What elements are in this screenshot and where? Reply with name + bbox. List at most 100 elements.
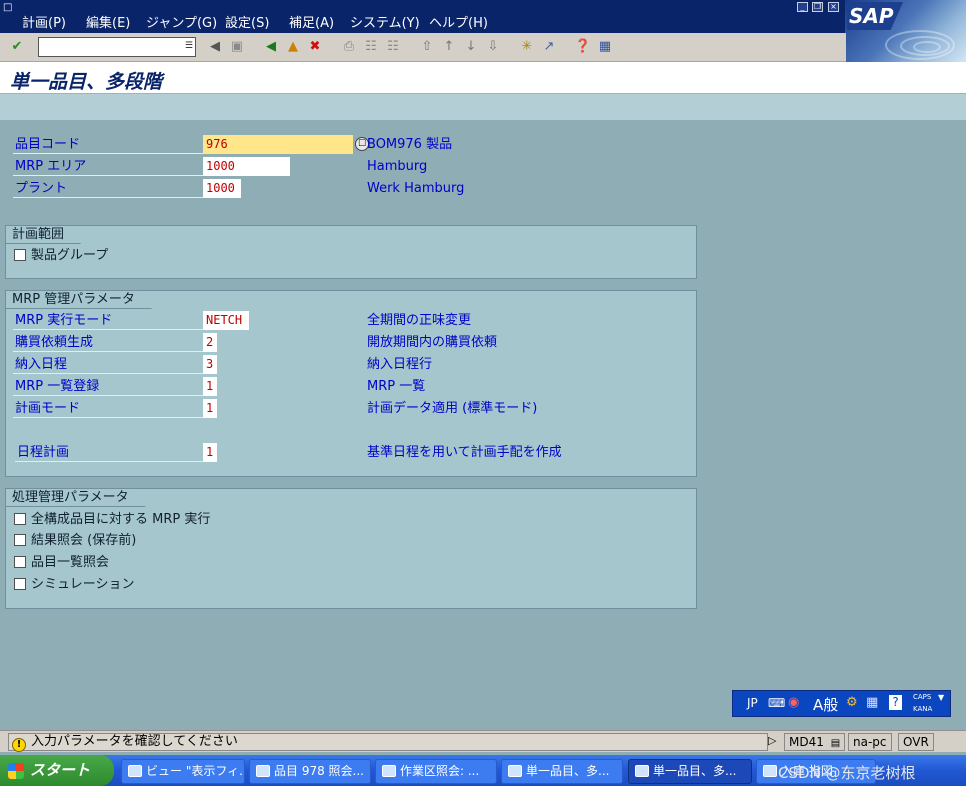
back-icon[interactable]: ◀ xyxy=(262,38,280,56)
print-icon[interactable]: ⎙ xyxy=(340,38,358,56)
taskbar-item[interactable]: 単一品目、多... xyxy=(501,759,623,784)
command-history-icon[interactable]: ☰ xyxy=(185,41,193,51)
system-menu-icon[interactable]: □ xyxy=(3,2,12,13)
status-message-box[interactable]: ! 入力パラメータを確認してください xyxy=(8,733,768,752)
save-icon[interactable]: ▣ xyxy=(228,38,246,56)
material-label: 品目コード xyxy=(13,135,203,154)
kana-indicator: KANA xyxy=(913,705,933,713)
ime-help-icon[interactable]: ? xyxy=(889,695,902,710)
processing-key-input[interactable]: NETCH xyxy=(203,311,249,330)
display-results-checkbox[interactable]: 結果照会 (保存前) xyxy=(14,531,136,550)
checkbox-box[interactable] xyxy=(14,556,26,568)
close-window-icon[interactable]: × xyxy=(828,2,839,12)
scheduling-input[interactable]: 1 xyxy=(203,443,217,462)
plant-description: Werk Hamburg xyxy=(367,181,465,196)
keyboard-icon[interactable]: ⌨ xyxy=(768,696,785,710)
plant-input[interactable]: 1000 xyxy=(203,179,241,198)
ime-options-icon[interactable]: ▼ xyxy=(938,693,944,702)
new-session-icon[interactable]: ✳ xyxy=(518,38,536,56)
restore-icon[interactable]: ❐ xyxy=(812,2,823,12)
processing-key-description: 全期間の正味変更 xyxy=(367,313,472,328)
host-name: na-pc xyxy=(848,733,892,751)
last-page-icon[interactable]: ⇩ xyxy=(484,38,502,56)
sap-window-icon xyxy=(382,765,396,777)
sap-logo-text: SAP xyxy=(847,2,903,30)
taskbar-item[interactable]: 品目 978 照会... xyxy=(249,759,371,784)
taskbar-item[interactable]: 作業区照会: ... xyxy=(375,759,497,784)
application-toolbar xyxy=(0,94,966,120)
planning-mode-label: 計画モード xyxy=(13,399,203,418)
process-control-group: 処理管理パラメータ 全構成品目に対する MRP 実行 結果照会 (保存前) 品目… xyxy=(5,488,697,609)
all-components-label: 全構成品目に対する MRP 実行 xyxy=(31,512,211,527)
transaction-code-text: MD41 xyxy=(789,735,824,749)
ime-tool-icon[interactable]: ⚙ xyxy=(846,695,858,710)
planning-scope-group: 計画範囲 製品グループ xyxy=(5,225,697,279)
system-info-icon[interactable]: ▤ xyxy=(831,738,840,749)
help-icon[interactable]: ❓ xyxy=(574,38,592,56)
exit-icon[interactable]: ▲ xyxy=(284,38,302,56)
taskbar-item[interactable]: ビュー "表示フィ... xyxy=(121,759,245,784)
watermark: CSDN @东京老树根 xyxy=(778,764,916,782)
layout-menu-icon[interactable]: ▦ xyxy=(596,38,614,56)
find-next-icon[interactable]: ☷ xyxy=(384,38,402,56)
checkbox-box[interactable] xyxy=(14,513,26,525)
shortcut-icon[interactable]: ↗ xyxy=(540,38,558,56)
enter-check-icon[interactable]: ✔ xyxy=(8,38,26,56)
command-field[interactable]: ☰ xyxy=(38,37,196,57)
next-page-icon[interactable]: ↓ xyxy=(462,38,480,56)
product-group-checkbox[interactable]: 製品グループ xyxy=(14,246,108,265)
menu-system[interactable]: システム(Y) xyxy=(350,12,420,31)
all-components-checkbox[interactable]: 全構成品目に対する MRP 実行 xyxy=(14,510,210,529)
planning-mode-input[interactable]: 1 xyxy=(203,399,217,418)
ime-pad-icon[interactable]: ◉ xyxy=(788,695,799,710)
sap-window-icon xyxy=(128,765,142,777)
create-purreq-description: 開放期間内の購買依頼 xyxy=(367,335,498,350)
taskbar-item-label: 作業区照会: ... xyxy=(400,764,480,778)
ime-language-bar: JP ⌨ ◉ A般 ⚙ ▦ ? CAPS KANA ▼ xyxy=(732,690,951,717)
sap-window-icon xyxy=(763,765,777,777)
status-expand-icon[interactable]: ▷ xyxy=(768,734,776,747)
simulation-checkbox[interactable]: シミュレーション xyxy=(14,575,134,594)
previous-page-icon[interactable]: ↑ xyxy=(440,38,458,56)
windows-logo-icon xyxy=(8,763,24,779)
taskbar-item-label: ビュー "表示フィ... xyxy=(146,764,245,778)
menu-edit[interactable]: 編集(E) xyxy=(86,12,130,31)
sap-window-icon xyxy=(508,765,522,777)
cancel-icon[interactable]: ✖ xyxy=(306,38,324,56)
menu-bar: □ 計画(P) 編集(E) ジャンプ(G) 設定(S) 補足(A) システム(Y… xyxy=(0,0,966,33)
checkbox-box[interactable] xyxy=(14,249,26,261)
start-label: スタート xyxy=(30,761,91,779)
checkbox-box[interactable] xyxy=(14,578,26,590)
mrp-list-description: MRP 一覧 xyxy=(367,379,426,394)
planning-mode-description: 計画データ適用 (標準モード) xyxy=(367,401,538,416)
material-input[interactable]: 976 xyxy=(203,135,353,154)
find-icon[interactable]: ☷ xyxy=(362,38,380,56)
processing-key-label: MRP 実行モード xyxy=(13,311,203,330)
plant-label: プラント xyxy=(13,179,203,198)
ime-language[interactable]: JP xyxy=(747,696,758,710)
schedule-lines-input[interactable]: 3 xyxy=(203,355,217,374)
schedule-lines-description: 納入日程行 xyxy=(367,357,433,372)
mrp-area-input[interactable]: 1000 xyxy=(203,157,290,176)
taskbar-item-active[interactable]: 単一品目、多... xyxy=(628,759,752,784)
mrp-list-input[interactable]: 1 xyxy=(203,377,217,396)
menu-plan[interactable]: 計画(P) xyxy=(22,12,66,31)
material-list-checkbox[interactable]: 品目一覧照会 xyxy=(14,553,109,572)
menu-jump[interactable]: ジャンプ(G) xyxy=(146,12,217,31)
first-page-icon[interactable]: ⇧ xyxy=(418,38,436,56)
scheduling-description: 基準日程を用いて計画手配を作成 xyxy=(367,445,562,460)
ime-dictionary-icon[interactable]: ▦ xyxy=(866,695,878,710)
menu-settings[interactable]: 設定(S) xyxy=(225,12,269,31)
status-bar: ! 入力パラメータを確認してください ▷ MD41 ▤ na-pc OVR xyxy=(0,730,966,752)
start-button[interactable]: スタート xyxy=(0,755,114,786)
input-mode[interactable]: A般 xyxy=(813,694,838,715)
mrp-control-title: MRP 管理パラメータ xyxy=(5,290,152,309)
create-purreq-input[interactable]: 2 xyxy=(203,333,217,352)
checkbox-box[interactable] xyxy=(14,534,26,546)
minimize-icon[interactable]: _ xyxy=(797,2,808,12)
mrp-area-label: MRP エリア xyxy=(13,157,203,176)
menu-extras[interactable]: 補足(A) xyxy=(289,12,334,31)
product-group-label: 製品グループ xyxy=(31,248,109,263)
menu-help[interactable]: ヘルプ(H) xyxy=(429,12,488,31)
collapse-icon[interactable]: ◀ xyxy=(206,38,224,56)
